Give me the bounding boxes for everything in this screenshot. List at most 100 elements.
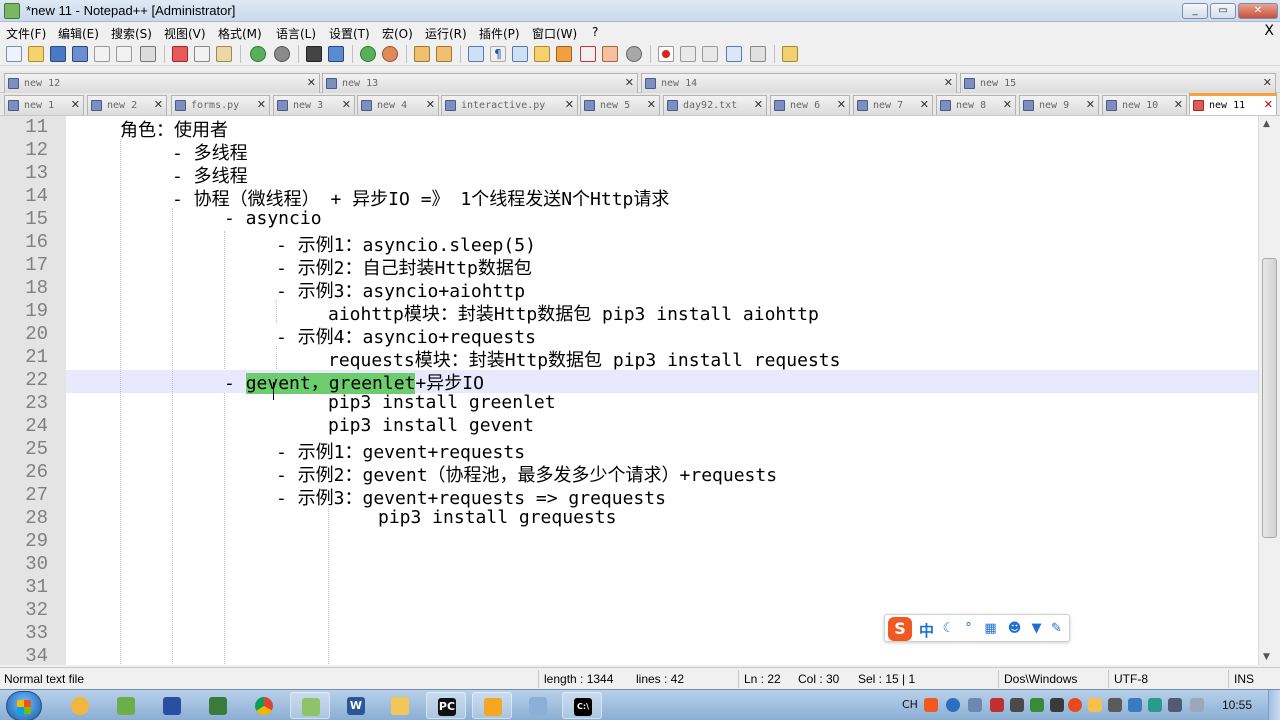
taskbar-app[interactable]	[60, 692, 100, 719]
moon-icon[interactable]: ☾	[941, 621, 956, 636]
tab-new-1[interactable]: new 1 ✕	[4, 95, 84, 115]
close-icon[interactable]: ✕	[1086, 98, 1095, 111]
monitoring-icon[interactable]	[626, 46, 642, 62]
taskbar-app[interactable]	[198, 692, 238, 719]
zoom-out-icon[interactable]	[382, 46, 398, 62]
undo-icon[interactable]	[250, 46, 266, 62]
menu-settings[interactable]: 设置(T)	[329, 25, 370, 42]
menu-plugins[interactable]: 插件(P)	[479, 25, 520, 42]
taskbar-app[interactable]	[518, 692, 558, 719]
shirt-icon[interactable]: ▼	[1029, 621, 1044, 636]
minimize-button[interactable]: _	[1182, 3, 1208, 19]
close-icon[interactable]: ✕	[1174, 98, 1183, 111]
scrollbar-thumb[interactable]	[1262, 258, 1277, 538]
find-icon[interactable]	[306, 46, 322, 62]
antivirus-icon[interactable]	[990, 698, 1004, 712]
menu-edit[interactable]: 编辑(E)	[58, 25, 99, 42]
keyboard-icon[interactable]: ▦	[983, 621, 998, 636]
close-icon[interactable]: ✕	[647, 98, 656, 111]
tab-new-10[interactable]: new 10 ✕	[1102, 95, 1187, 115]
replace-icon[interactable]	[328, 46, 344, 62]
help-icon[interactable]	[946, 698, 960, 712]
menu-macro[interactable]: 宏(O)	[382, 25, 413, 42]
monitor-icon[interactable]	[1010, 698, 1024, 712]
save-all-icon[interactable]	[72, 46, 88, 62]
close-icon[interactable]: ✕	[565, 98, 574, 111]
close-icon[interactable]: ✕	[625, 76, 634, 89]
tab-forms-py[interactable]: forms.py ✕	[171, 95, 270, 115]
tab-interactive-py[interactable]: interactive.py ✕	[441, 95, 578, 115]
close-all-icon[interactable]	[116, 46, 132, 62]
display-icon[interactable]	[1128, 698, 1142, 712]
close-icon[interactable]: ✕	[920, 98, 929, 111]
editor[interactable]: 11 12 13 14 15 16 17 18 19 20 21 22 23 2…	[0, 115, 1280, 665]
taskbar-app[interactable]	[106, 692, 146, 719]
record-macro-icon[interactable]	[658, 46, 674, 62]
tab-new-13[interactable]: new 13 ✕	[322, 73, 638, 93]
open-folder-icon[interactable]	[28, 46, 44, 62]
tab-new-4[interactable]: new 4 ✕	[357, 95, 439, 115]
wrench-icon[interactable]: ✎	[1049, 621, 1064, 636]
taskbar-app-notepadpp[interactable]	[290, 692, 330, 719]
tray-app-icon[interactable]	[1030, 698, 1044, 712]
copy-icon[interactable]	[194, 46, 210, 62]
mic-icon[interactable]	[968, 698, 982, 712]
new-file-icon[interactable]	[6, 46, 22, 62]
tab-new-14[interactable]: new 14 ✕	[641, 73, 957, 93]
print-icon[interactable]	[140, 46, 156, 62]
close-icon[interactable]: ✕	[307, 76, 316, 89]
indent-guide-icon[interactable]	[512, 46, 528, 62]
tab-new-8[interactable]: new 8 ✕	[936, 95, 1016, 115]
folder-workspace-icon[interactable]	[602, 46, 618, 62]
taskbar-app[interactable]	[244, 692, 284, 719]
sogou-logo-icon[interactable]: S	[888, 617, 912, 641]
scroll-down-icon[interactable]: ▼	[1263, 652, 1270, 662]
tab-day92-txt[interactable]: day92.txt ✕	[663, 95, 767, 115]
tab-new-11[interactable]: new 11 ✕	[1189, 93, 1277, 115]
show-all-characters-icon[interactable]: ¶	[490, 46, 506, 62]
menu-search[interactable]: 搜索(S)	[111, 25, 152, 42]
close-icon[interactable]: ✕	[257, 98, 266, 111]
close-icon[interactable]: ✕	[342, 98, 351, 111]
close-file-icon[interactable]	[94, 46, 110, 62]
document-close-button[interactable]: X	[1264, 23, 1274, 39]
close-icon[interactable]: ✕	[426, 98, 435, 111]
code-area[interactable]: 角色：使用者 - 多线程 - 多线程 - 协程（微线程） + 异步IO =》 1…	[66, 116, 1258, 665]
paste-icon[interactable]	[216, 46, 232, 62]
taskbar-app-cmd[interactable]: C:\	[562, 692, 602, 719]
menu-run[interactable]: 运行(R)	[425, 25, 467, 42]
network-tray-icon[interactable]	[1168, 698, 1182, 712]
save-macro-icon[interactable]	[750, 46, 766, 62]
taskbar-app[interactable]	[152, 692, 192, 719]
close-icon[interactable]: ✕	[837, 98, 846, 111]
vertical-scrollbar[interactable]: ▲ ▼	[1258, 116, 1280, 665]
show-desktop-button[interactable]	[1268, 690, 1280, 720]
playback-icon[interactable]	[702, 46, 718, 62]
tab-new-15[interactable]: new 15 ✕	[960, 73, 1276, 93]
taskbar-app[interactable]: W	[336, 692, 376, 719]
close-icon[interactable]: ✕	[754, 98, 763, 111]
menu-view[interactable]: 视图(V)	[164, 25, 206, 42]
close-icon[interactable]: ✕	[1003, 98, 1012, 111]
menu-window[interactable]: 窗口(W)	[532, 25, 577, 42]
tab-new-3[interactable]: new 3 ✕	[273, 95, 355, 115]
user-language-icon[interactable]	[534, 46, 550, 62]
close-icon[interactable]: ✕	[154, 98, 163, 111]
word-wrap-icon[interactable]	[468, 46, 484, 62]
tab-new-12[interactable]: new 12 ✕	[4, 73, 320, 93]
cut-icon[interactable]	[172, 46, 188, 62]
taskbar-app-pycharm[interactable]: PC	[426, 692, 466, 719]
menu-format[interactable]: 格式(M)	[218, 25, 262, 42]
plugin-icon[interactable]	[782, 46, 798, 62]
start-button[interactable]	[6, 691, 42, 720]
run-macro-multiple-icon[interactable]	[726, 46, 742, 62]
menu-file[interactable]: 文件(F)	[6, 25, 46, 42]
doc-map-icon[interactable]	[556, 46, 572, 62]
function-list-icon[interactable]	[580, 46, 596, 62]
record-tray-icon[interactable]	[1068, 698, 1082, 712]
security-tray-icon[interactable]	[1148, 698, 1162, 712]
taskbar-app[interactable]	[380, 692, 420, 719]
language-indicator[interactable]: CH	[902, 698, 918, 711]
scroll-up-icon[interactable]: ▲	[1263, 119, 1270, 129]
close-button[interactable]: ✕	[1238, 3, 1278, 19]
